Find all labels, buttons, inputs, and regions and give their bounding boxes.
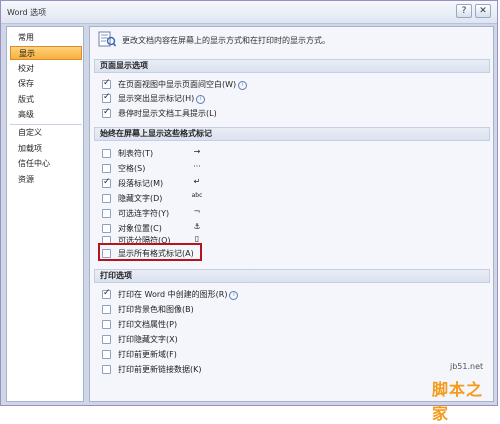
option-paragraph-marks[interactable]: 段落标记(M) ↵ bbox=[102, 177, 382, 190]
anchor-icon: ⚓ bbox=[193, 222, 201, 231]
option-print-properties[interactable]: 打印文档属性(P) bbox=[102, 319, 382, 331]
display-options-panel: 更改文档内容在屏幕上的显示方式和在打印时的显示方式。 页面显示选项 在页面视图中… bbox=[89, 26, 494, 402]
option-label: 段落标记(M) bbox=[118, 179, 164, 188]
nav-item-layout[interactable]: 版式 bbox=[10, 93, 82, 107]
checkbox[interactable] bbox=[102, 224, 111, 233]
checkbox[interactable] bbox=[102, 209, 111, 218]
option-label: 悬停时显示文档工具提示(L) bbox=[118, 109, 217, 118]
option-label: 打印文档属性(P) bbox=[118, 320, 178, 329]
checkbox[interactable] bbox=[102, 164, 111, 173]
hyphen-mark-icon: ¬ bbox=[193, 207, 201, 216]
option-label: 隐藏文字(D) bbox=[118, 194, 163, 203]
nav-item-proofing[interactable]: 校对 bbox=[10, 62, 82, 76]
space-mark-icon: ··· bbox=[193, 162, 201, 171]
nav-item-customize[interactable]: 自定义 bbox=[10, 126, 82, 140]
option-print-drawings[interactable]: 打印在 Word 中创建的图形(R)i bbox=[102, 288, 382, 301]
nav-divider bbox=[10, 124, 82, 125]
option-label: 可选连字符(Y) bbox=[118, 209, 170, 218]
section-page-display: 页面显示选项 bbox=[94, 59, 490, 73]
option-object-anchors[interactable]: 对象位置(C) ⚓ bbox=[102, 222, 382, 235]
option-print-background[interactable]: 打印背景色和图像(B) bbox=[102, 304, 382, 316]
watermark-url: jb51.net bbox=[450, 362, 484, 371]
highlight-annotation-box bbox=[98, 243, 202, 261]
watermark-logo: 脚本之家 bbox=[432, 380, 484, 423]
checkbox[interactable] bbox=[102, 305, 111, 314]
checkbox[interactable] bbox=[102, 177, 111, 188]
checkbox[interactable] bbox=[102, 78, 111, 89]
break-mark-icon: ▯ bbox=[194, 234, 200, 243]
nav-item-resources[interactable]: 资源 bbox=[10, 173, 82, 187]
option-update-links[interactable]: 打印前更新链接数据(K) bbox=[102, 364, 382, 376]
info-icon: i bbox=[229, 291, 239, 300]
section-print-options: 打印选项 bbox=[94, 269, 490, 283]
word-options-dialog: Word 选项 ? ✕ 常用 显示 校对 保存 版式 高级 自定义 加载项 信任… bbox=[0, 0, 498, 406]
option-label: 空格(S) bbox=[118, 164, 146, 173]
nav-item-display[interactable]: 显示 bbox=[10, 46, 82, 60]
option-hidden-text[interactable]: 隐藏文字(D) abc bbox=[102, 192, 382, 205]
title-bar: Word 选项 ? ✕ bbox=[1, 1, 497, 24]
checkbox[interactable] bbox=[102, 149, 111, 158]
nav-item-addins[interactable]: 加载项 bbox=[10, 142, 82, 156]
checkbox[interactable] bbox=[102, 365, 111, 374]
option-print-hidden-text[interactable]: 打印隐藏文字(X) bbox=[102, 334, 382, 346]
option-optional-hyphens[interactable]: 可选连字符(Y) ¬ bbox=[102, 207, 382, 220]
panel-header: 更改文档内容在屏幕上的显示方式和在打印时的显示方式。 bbox=[90, 27, 493, 51]
info-icon: i bbox=[196, 95, 206, 104]
option-label: 制表符(T) bbox=[118, 149, 154, 158]
option-show-tooltips[interactable]: 悬停时显示文档工具提示(L) bbox=[102, 107, 382, 120]
option-update-fields[interactable]: 打印前更新域(F) bbox=[102, 349, 382, 361]
nav-item-trust-center[interactable]: 信任中心 bbox=[10, 157, 82, 171]
panel-description: 更改文档内容在屏幕上的显示方式和在打印时的显示方式。 bbox=[122, 36, 330, 45]
option-tab-characters[interactable]: 制表符(T) → bbox=[102, 147, 382, 160]
option-label: 打印隐藏文字(X) bbox=[118, 335, 178, 344]
site-watermark: jb51.net 脚本之家 bbox=[432, 362, 496, 423]
option-label: 打印背景色和图像(B) bbox=[118, 305, 194, 314]
option-label: 显示突出显示标记(H) bbox=[118, 94, 195, 103]
checkbox[interactable] bbox=[102, 92, 111, 103]
nav-item-common[interactable]: 常用 bbox=[10, 31, 82, 45]
nav-item-advanced[interactable]: 高级 bbox=[10, 108, 82, 122]
checkbox[interactable] bbox=[102, 320, 111, 329]
nav-item-save[interactable]: 保存 bbox=[10, 77, 82, 91]
window-title: Word 选项 bbox=[7, 8, 47, 17]
option-spaces[interactable]: 空格(S) ··· bbox=[102, 162, 382, 175]
option-label: 打印前更新链接数据(K) bbox=[118, 365, 202, 374]
section-format-marks: 始终在屏幕上显示这些格式标记 bbox=[94, 127, 490, 141]
paragraph-mark-icon: ↵ bbox=[193, 177, 201, 186]
option-label: 打印前更新域(F) bbox=[118, 350, 177, 359]
info-icon: i bbox=[238, 81, 248, 90]
checkbox[interactable] bbox=[102, 350, 111, 359]
hidden-text-mark-icon: abc bbox=[191, 192, 203, 199]
option-show-highlighter[interactable]: 显示突出显示标记(H)i bbox=[102, 92, 382, 105]
close-button[interactable]: ✕ bbox=[475, 4, 491, 18]
option-label: 在页面视图中显示页面间空白(W) bbox=[118, 80, 237, 89]
help-button[interactable]: ? bbox=[456, 4, 472, 18]
tab-mark-icon: → bbox=[193, 147, 201, 156]
page-display-icon bbox=[98, 31, 117, 47]
checkbox[interactable] bbox=[102, 335, 111, 344]
checkbox[interactable] bbox=[102, 194, 111, 203]
option-label: 打印在 Word 中创建的图形(R) bbox=[118, 290, 228, 299]
checkbox[interactable] bbox=[102, 107, 111, 118]
checkbox[interactable] bbox=[102, 288, 111, 299]
option-label: 对象位置(C) bbox=[118, 224, 162, 233]
options-nav: 常用 显示 校对 保存 版式 高级 自定义 加载项 信任中心 资源 bbox=[6, 26, 84, 402]
option-show-whitespace[interactable]: 在页面视图中显示页面间空白(W)i bbox=[102, 78, 382, 91]
